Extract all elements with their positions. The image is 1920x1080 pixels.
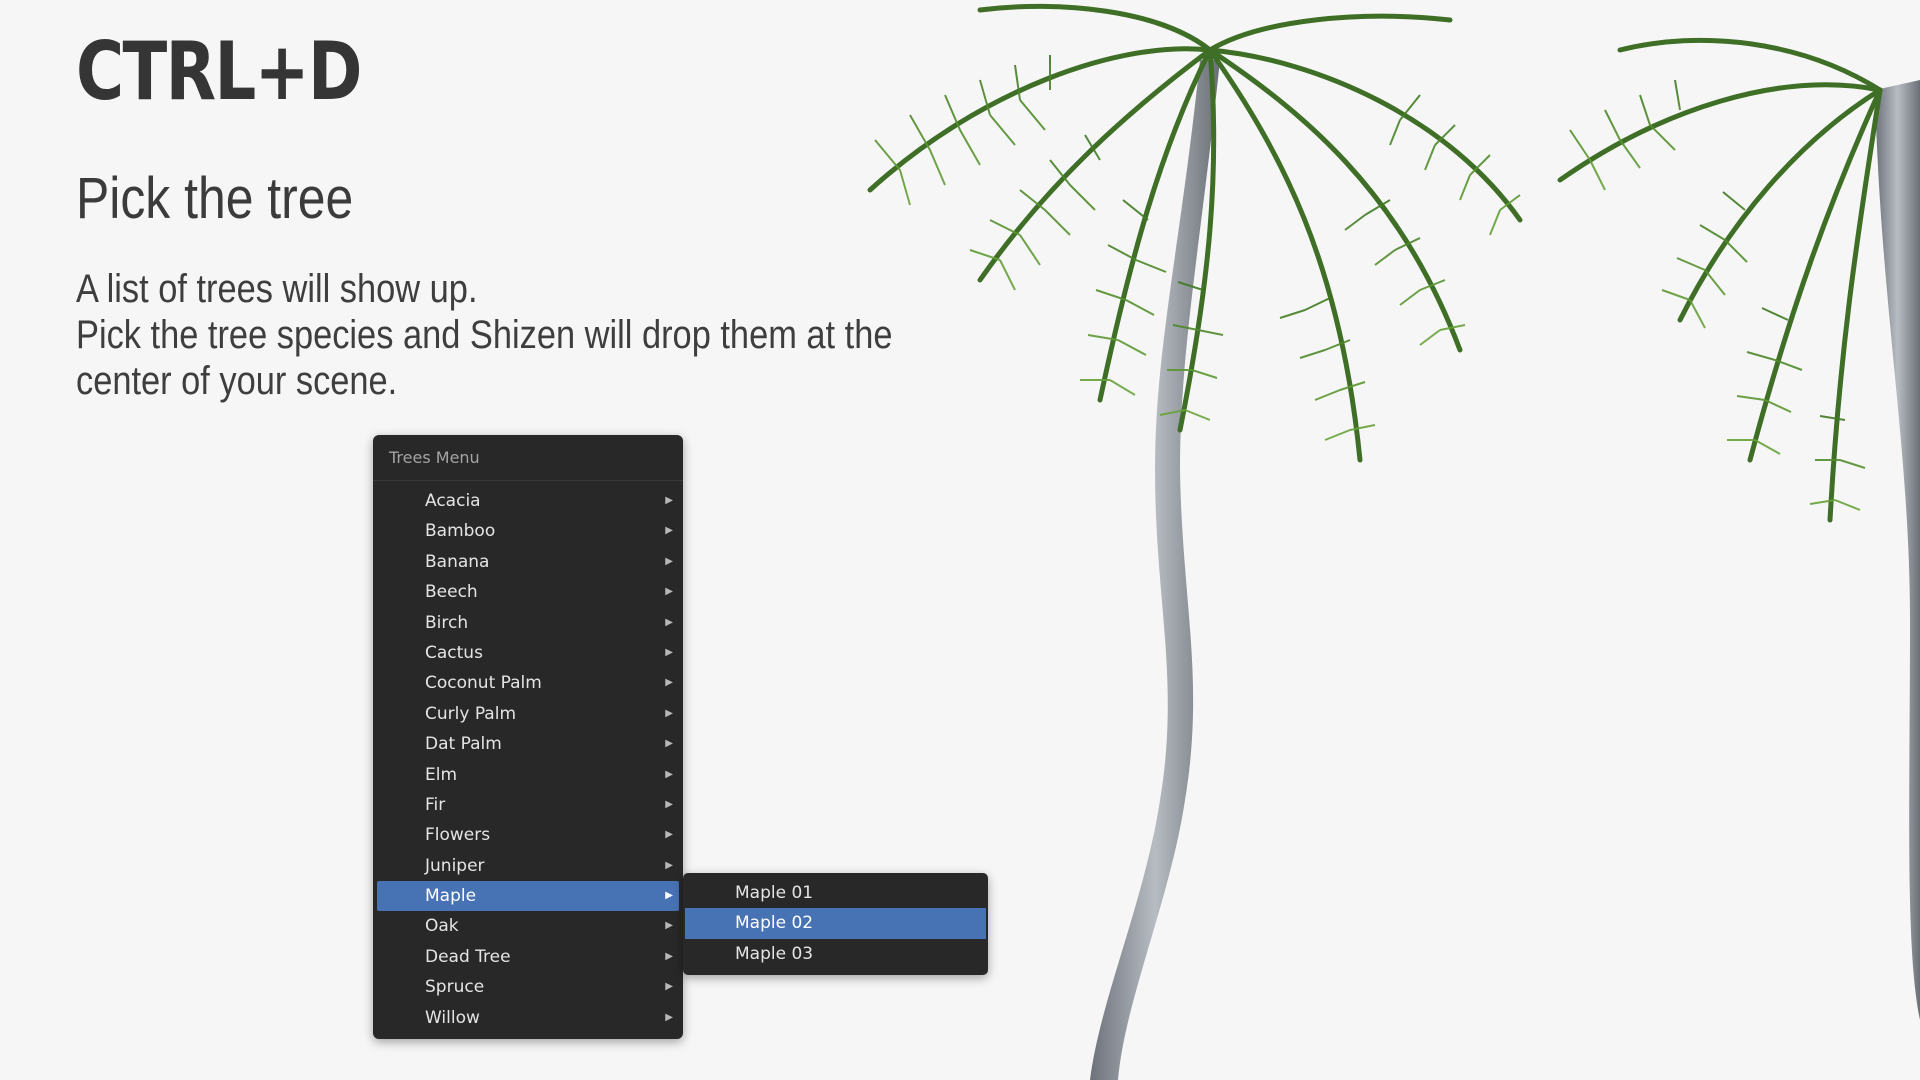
- submenu-arrow-icon: ▶: [665, 495, 673, 506]
- shortcut-heading: CTRL+D: [76, 25, 362, 118]
- submenu-arrow-icon: ▶: [665, 798, 673, 810]
- menu-item-label: Juniper: [425, 855, 485, 876]
- submenu-arrow-icon: ▶: [665, 950, 673, 962]
- menu-item-oak[interactable]: Oak ▶: [377, 911, 679, 941]
- submenu-list: Maple 01 Maple 02 Maple 03: [683, 873, 988, 969]
- maple-submenu: Maple 01 Maple 02 Maple 03: [683, 873, 988, 975]
- submenu-item-maple-01[interactable]: Maple 01: [685, 878, 986, 908]
- submenu-arrow-icon: ▶: [665, 616, 673, 628]
- menu-item-coconut-palm[interactable]: Coconut Palm ▶: [377, 668, 679, 698]
- menu-item-label: Beech: [425, 582, 478, 603]
- menu-item-banana[interactable]: Banana ▶: [377, 547, 679, 577]
- menu-item-label: Dead Tree: [425, 946, 511, 967]
- description-line: A list of trees will show up.: [76, 267, 478, 311]
- menu-item-dat-palm[interactable]: Dat Palm ▶: [377, 729, 679, 759]
- menu-item-cactus[interactable]: Cactus ▶: [377, 638, 679, 668]
- submenu-arrow-icon: ▶: [665, 525, 673, 537]
- submenu-arrow-icon: ▶: [665, 707, 673, 719]
- menu-item-flowers[interactable]: Flowers ▶: [377, 820, 679, 850]
- menu-item-maple[interactable]: Maple ▶: [377, 881, 679, 912]
- description-line: center of your scene.: [76, 359, 398, 403]
- menu-item-juniper[interactable]: Juniper ▶: [377, 851, 679, 881]
- menu-item-label: Fir: [425, 794, 446, 815]
- submenu-arrow-icon: ▶: [665, 829, 673, 841]
- menu-item-dead-tree[interactable]: Dead Tree ▶: [377, 942, 679, 972]
- submenu-arrow-icon: ▶: [665, 646, 673, 658]
- menu-item-label: Birch: [425, 612, 469, 633]
- menu-item-fir[interactable]: Fir ▶: [377, 790, 679, 820]
- submenu-arrow-icon: ▶: [665, 586, 673, 598]
- menu-item-label: Elm: [425, 764, 458, 785]
- menu-item-label: Banana: [425, 551, 490, 572]
- submenu-arrow-icon: ▶: [665, 981, 673, 993]
- menu-item-elm[interactable]: Elm ▶: [377, 760, 679, 790]
- page-subtitle: Pick the tree: [76, 166, 354, 231]
- menu-item-label: Coconut Palm: [425, 673, 542, 694]
- submenu-arrow-icon: ▶: [665, 920, 673, 932]
- menu-item-spruce[interactable]: Spruce ▶: [377, 972, 679, 1002]
- menu-item-label: Willow: [425, 1007, 480, 1028]
- submenu-item-maple-03[interactable]: Maple 03: [685, 939, 986, 969]
- menu-title: Trees Menu: [373, 435, 683, 481]
- menu-item-label: Spruce: [425, 977, 485, 998]
- palm-tree-right: [1557, 37, 1920, 1020]
- submenu-arrow-icon: ▶: [665, 677, 673, 689]
- menu-item-willow[interactable]: Willow ▶: [377, 1003, 679, 1033]
- description-line: Pick the tree species and Shizen will dr…: [76, 313, 893, 357]
- submenu-arrow-icon: ▶: [665, 890, 673, 902]
- submenu-arrow-icon: ▶: [665, 555, 673, 567]
- menu-list: Acacia ▶ Bamboo ▶ Banana ▶ Beech ▶ Birch ▶ Ca…: [373, 481, 683, 1033]
- submenu-arrow-icon: ▶: [665, 859, 673, 871]
- menu-item-beech[interactable]: Beech ▶: [377, 577, 679, 607]
- menu-item-label: Bamboo: [425, 521, 496, 542]
- submenu-arrow-icon: ▶: [665, 738, 673, 750]
- menu-item-curly-palm[interactable]: Curly Palm ▶: [377, 699, 679, 729]
- menu-item-label: Cactus: [425, 642, 483, 663]
- submenu-arrow-icon: ▶: [665, 768, 673, 780]
- submenu-arrow-icon: ▶: [665, 1011, 673, 1023]
- trees-menu: Trees Menu Acacia ▶ Bamboo ▶ Banana ▶ Beech…: [373, 435, 683, 1039]
- menu-item-acacia[interactable]: Acacia ▶: [377, 486, 679, 516]
- menu-item-label: Oak: [425, 916, 459, 937]
- menu-item-birch[interactable]: Birch ▶: [377, 608, 679, 638]
- menu-item-label: Curly Palm: [425, 703, 517, 724]
- menu-item-label: Acacia: [425, 491, 481, 511]
- submenu-item-maple-02[interactable]: Maple 02: [685, 908, 986, 939]
- description: A list of trees will show up. Pick the t…: [76, 266, 893, 404]
- menu-item-label: Dat Palm: [425, 734, 502, 755]
- menu-item-label: Flowers: [425, 825, 491, 846]
- menu-item-bamboo[interactable]: Bamboo ▶: [377, 516, 679, 546]
- menu-item-label: Maple: [425, 886, 477, 907]
